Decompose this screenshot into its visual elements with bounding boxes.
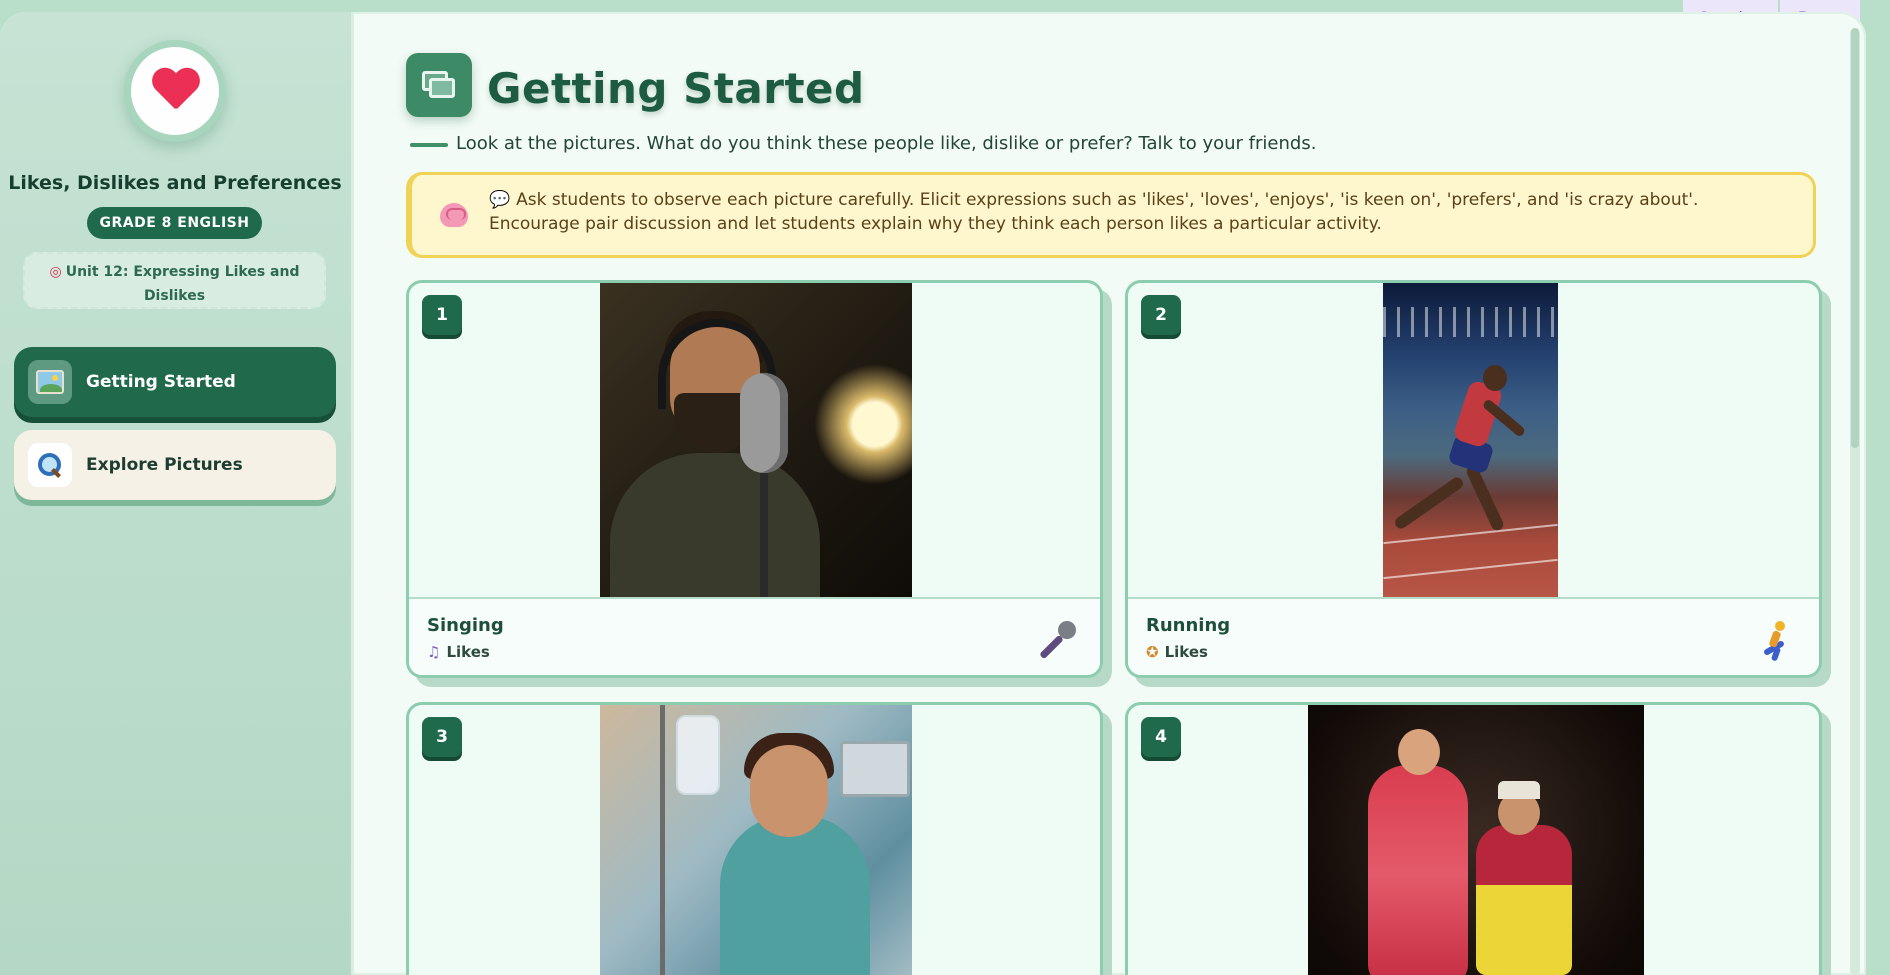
- card-number: 3: [422, 717, 462, 757]
- unit-label: ◎ Unit 12: Expressing Likes and Dislikes: [23, 252, 326, 309]
- sidebar-item-label: Explore Pictures: [86, 455, 243, 475]
- magnifier-icon: [28, 443, 72, 487]
- photo-singer: [600, 283, 912, 597]
- photo-runner: [1383, 283, 1558, 597]
- teacher-note-text: Ask students to observe each picture car…: [489, 190, 1699, 234]
- microphone-icon: [1038, 619, 1078, 660]
- music-note-icon: ♫: [427, 643, 441, 661]
- preference-label: ♫ Likes: [427, 643, 490, 661]
- card-number: 1: [422, 295, 462, 335]
- target-icon: ◎: [49, 264, 62, 280]
- scrollbar[interactable]: [1850, 28, 1860, 975]
- activity-label: Singing: [427, 615, 504, 636]
- main-content: Getting Started Look at the pictures. Wh…: [357, 12, 1866, 975]
- picture-card-1[interactable]: 1 Singing ♫ Likes: [406, 280, 1103, 678]
- medal-icon: ✪: [1146, 643, 1159, 661]
- app-frame: Likes, Dislikes and Preferences GRADE 8 …: [0, 12, 1866, 975]
- page-title: Getting Started: [487, 64, 865, 113]
- sidebar: Likes, Dislikes and Preferences GRADE 8 …: [0, 12, 354, 975]
- card-number: 2: [1141, 295, 1181, 335]
- activity-label: Running: [1146, 615, 1231, 636]
- sidebar-item-explore-pictures[interactable]: Explore Pictures: [14, 430, 336, 500]
- photo-dancers: [1308, 705, 1644, 975]
- logo-badge: [124, 40, 226, 142]
- grade-badge: GRADE 8 ENGLISH: [87, 207, 262, 239]
- picture-icon: [28, 360, 72, 404]
- speech-bubble-icon: 💬: [489, 190, 511, 210]
- card-footer: Singing ♫ Likes: [409, 597, 1100, 675]
- sidebar-item-label: Getting Started: [86, 372, 236, 392]
- runner-icon: [1757, 619, 1797, 662]
- card-footer: Running ✪ Likes: [1128, 597, 1819, 675]
- teacher-note: 💬 Ask students to observe each picture ca…: [406, 172, 1816, 258]
- subtitle-accent: [410, 143, 448, 147]
- app-title: Likes, Dislikes and Preferences: [8, 172, 342, 194]
- photo-nurse: [600, 705, 912, 975]
- heart-icon: [151, 69, 199, 113]
- brain-icon: [440, 203, 468, 227]
- sidebar-item-getting-started[interactable]: Getting Started: [14, 347, 336, 417]
- picture-card-4[interactable]: 4: [1125, 702, 1822, 975]
- page-instructions: Look at the pictures. What do you think …: [456, 133, 1317, 154]
- unit-text: Unit 12: Expressing Likes and Dislikes: [65, 264, 300, 304]
- preference-label: ✪ Likes: [1146, 643, 1208, 661]
- card-number: 4: [1141, 717, 1181, 757]
- picture-card-2[interactable]: 2 Running ✪ Likes: [1125, 280, 1822, 678]
- picture-card-3[interactable]: 3: [406, 702, 1103, 975]
- gallery-icon: [406, 53, 472, 117]
- scrollbar-thumb[interactable]: [1851, 28, 1859, 448]
